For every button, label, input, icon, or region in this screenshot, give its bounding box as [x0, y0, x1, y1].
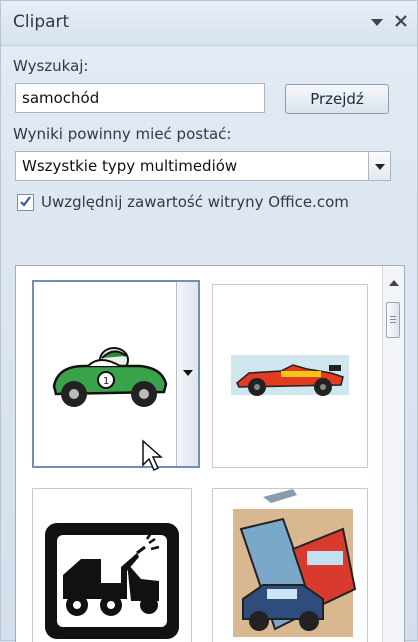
include-office-com-checkbox[interactable] [17, 194, 34, 211]
formula-car-image [231, 355, 349, 396]
result-options-dropdown[interactable] [176, 282, 198, 466]
green-race-car-image: 1 [52, 347, 168, 407]
results-type-value: Wszystkie typy multimediów [22, 157, 238, 175]
search-label: Wyszukaj: [13, 57, 89, 75]
svg-text:1: 1 [103, 376, 109, 387]
results-type-select[interactable]: Wszystkie typy multimediów [15, 151, 391, 181]
result-item[interactable] [32, 488, 192, 642]
go-button[interactable]: Przejdź [285, 84, 389, 114]
result-item[interactable]: 1 [32, 280, 200, 468]
tow-truck-image [45, 523, 179, 639]
result-item[interactable] [212, 488, 368, 642]
include-office-com-label: Uwzględnij zawartość witryny Office.com [41, 193, 349, 211]
pane-title: Clipart [13, 12, 70, 32]
scroll-up-icon[interactable] [389, 278, 399, 289]
results-type-label: Wyniki powinny mieć postać: [13, 125, 232, 143]
pane-titlebar: Clipart [1, 1, 417, 46]
close-icon[interactable] [391, 10, 411, 34]
mouse-pointer-icon [142, 439, 163, 472]
clipart-task-pane: Clipart Wyszukaj: samochód Przejdź Wynik… [0, 0, 418, 642]
traffic-collage-image [233, 489, 357, 637]
results-scrollbar[interactable] [382, 266, 404, 642]
pane-options-icon[interactable] [367, 10, 387, 34]
chevron-down-icon [183, 370, 193, 376]
search-input[interactable]: samochód [15, 83, 265, 113]
clipart-results-list[interactable]: 1 [15, 265, 405, 642]
chevron-down-icon[interactable] [368, 152, 390, 180]
scroll-thumb[interactable] [386, 302, 400, 338]
result-item[interactable] [212, 284, 368, 468]
